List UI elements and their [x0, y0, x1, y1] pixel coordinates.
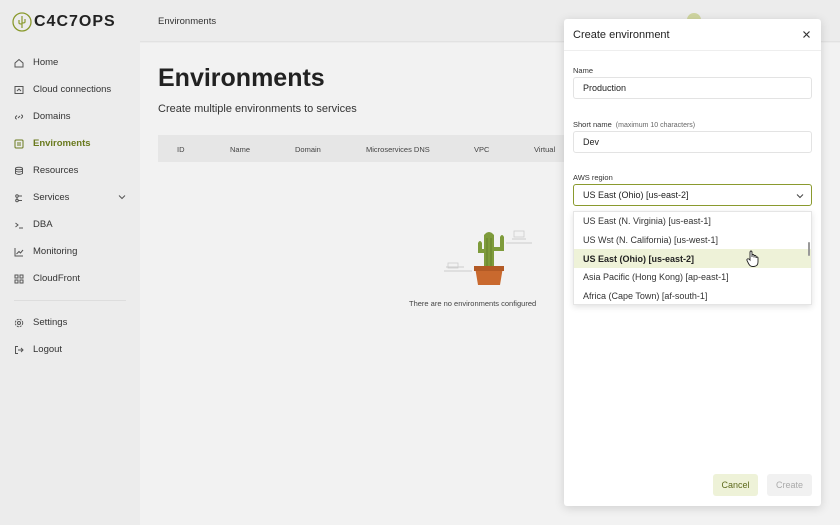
table-header: ID Name Domain Microservices DNS VPC Vir… — [158, 135, 578, 162]
sidebar-item-label: Settings — [33, 317, 68, 328]
region-option[interactable]: Asia Pacific (Hong Kong) [ap-east-1] — [574, 268, 811, 287]
sidebar-item-cloud-connections[interactable]: Cloud connections — [0, 76, 140, 103]
name-label: Name — [573, 66, 594, 75]
page-title: Environments — [158, 64, 325, 92]
empty-state-text: There are no environments configured — [409, 299, 537, 308]
region-option[interactable]: Africa (Cape Town) [af-south-1] — [574, 287, 811, 304]
gear-icon — [14, 318, 24, 328]
column-header-vpc[interactable]: VPC — [474, 145, 489, 154]
page-subtitle: Create multiple environments to services — [158, 103, 357, 115]
dropdown-scrollbar[interactable] — [808, 242, 810, 256]
modal-header: Create environment — [564, 19, 821, 51]
sidebar-item-label: Logout — [33, 344, 63, 355]
environment-icon — [14, 139, 24, 149]
short-name-label: Short name (maximum 10 characters) — [573, 120, 695, 129]
cancel-button[interactable]: Cancel — [713, 474, 758, 496]
sidebar-item-label: Enviroments — [33, 138, 91, 149]
sidebar-item-monitoring[interactable]: Monitoring — [0, 238, 140, 265]
region-option[interactable]: US East (N. Virginia) [us-east-1] — [574, 212, 811, 231]
column-header-microservices-dns[interactable]: Microservices DNS — [366, 145, 430, 154]
sidebar-item-label: Monitoring — [33, 246, 78, 257]
sidebar-item-label: Resources — [33, 165, 79, 176]
column-header-id[interactable]: ID — [177, 145, 185, 154]
grid-icon — [14, 274, 24, 284]
chevron-down-icon — [796, 194, 804, 199]
database-icon — [14, 166, 24, 176]
create-button[interactable]: Create — [767, 474, 812, 496]
hand-pointer-icon — [746, 250, 759, 267]
sidebar-item-domains[interactable]: Domains — [0, 103, 140, 130]
column-header-domain[interactable]: Domain — [295, 145, 321, 154]
short-name-hint: (maximum 10 characters) — [615, 122, 696, 129]
brand-logo[interactable]: C4C7OPS — [12, 12, 116, 32]
home-icon — [14, 58, 24, 68]
sidebar-item-services[interactable]: Services — [0, 184, 140, 211]
sidebar-item-home[interactable]: Home — [0, 49, 140, 76]
sidebar-item-label: DBA — [33, 219, 53, 230]
region-option[interactable]: US Wst (N. California) [us-west-1] — [574, 231, 811, 250]
modal-title: Create environment — [573, 29, 670, 41]
chevron-down-icon[interactable] — [118, 193, 126, 201]
sidebar-item-label: Domains — [33, 111, 71, 122]
cloud-connection-icon — [14, 85, 24, 95]
sidebar-nav: Home Cloud connections Domains Enviromen… — [0, 49, 140, 363]
sidebar-item-label: Services — [33, 192, 70, 203]
sidebar-item-label: CloudFront — [33, 273, 80, 284]
cactus-logo-icon — [12, 12, 32, 32]
sidebar-divider — [14, 300, 126, 301]
terminal-icon — [14, 220, 24, 230]
sidebar-item-cloudfront[interactable]: CloudFront — [0, 265, 140, 292]
logout-icon — [14, 345, 24, 355]
create-environment-modal: Create environment Name Production Short… — [564, 19, 821, 506]
link-icon — [14, 112, 24, 122]
brand-name: C4C7OPS — [34, 13, 116, 30]
sidebar: C4C7OPS Home Cloud connections Domains E… — [0, 0, 140, 525]
sidebar-item-logout[interactable]: Logout — [0, 336, 140, 363]
aws-region-selected: US East (Ohio) [us-east-2] — [583, 190, 689, 200]
sidebar-item-label: Cloud connections — [33, 84, 112, 95]
cactus-illustration — [444, 230, 532, 285]
aws-region-dropdown: US East (N. Virginia) [us-east-1] US Wst… — [573, 211, 812, 305]
region-option-selected[interactable]: US East (Ohio) [us-east-2] — [574, 249, 811, 269]
name-input[interactable]: Production — [573, 77, 812, 99]
aws-region-label: AWS region — [573, 173, 613, 182]
aws-region-select[interactable]: US East (Ohio) [us-east-2] — [573, 184, 812, 206]
column-header-name[interactable]: Name — [230, 145, 250, 154]
close-icon[interactable] — [802, 30, 811, 39]
services-icon — [14, 193, 24, 203]
column-header-virtual[interactable]: Virtual — [534, 145, 555, 154]
topbar-title: Environments — [158, 16, 217, 27]
chart-icon — [14, 247, 24, 257]
sidebar-item-label: Home — [33, 57, 59, 68]
sidebar-item-environments[interactable]: Enviroments — [0, 130, 140, 157]
sidebar-item-dba[interactable]: DBA — [0, 211, 140, 238]
sidebar-item-resources[interactable]: Resources — [0, 157, 140, 184]
sidebar-item-settings[interactable]: Settings — [0, 309, 140, 336]
short-name-label-text: Short name — [573, 120, 612, 129]
short-name-input[interactable]: Dev — [573, 131, 812, 153]
